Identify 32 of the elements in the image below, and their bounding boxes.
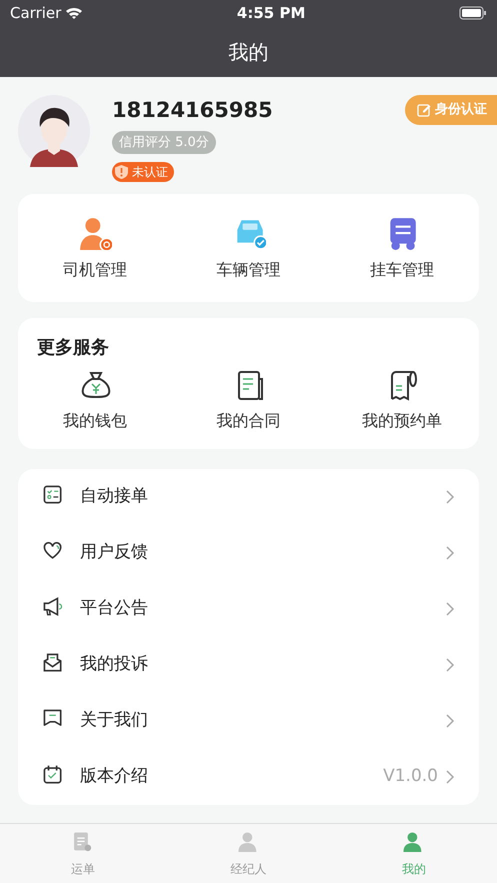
grid-label[interactable]: 车辆管理: [216, 258, 280, 282]
chevron-icon: [446, 770, 455, 784]
grid-label[interactable]: 我的合同: [216, 409, 280, 433]
chevron-icon: [446, 714, 455, 728]
menu-row[interactable]: 版本介绍 V1.0.0: [18, 749, 479, 805]
chevron-icon: [446, 658, 455, 672]
menu-row[interactable]: 平台公告: [18, 581, 479, 637]
grid-label[interactable]: 我的预约单: [362, 409, 442, 433]
person-icon: [78, 216, 112, 250]
shield-icon: [115, 165, 128, 179]
carrier-label: Carrier: [10, 2, 62, 24]
grid-label[interactable]: 挂车管理: [370, 258, 434, 282]
chevron-icon: [446, 602, 455, 616]
chevron-icon: [446, 546, 455, 560]
phone-number: 18124165985: [112, 97, 273, 124]
battery-icon: [458, 6, 487, 20]
status-time: 4:55 PM: [236, 2, 306, 24]
credit-score: 信用评分 5.0分: [112, 130, 216, 154]
page-title: 我的: [228, 38, 268, 66]
section-title: 更多服务: [36, 336, 110, 360]
menu-row[interactable]: 关于我们: [18, 693, 479, 749]
grid-label[interactable]: 我的钱包: [62, 409, 127, 433]
unverified-text: 未认证: [132, 164, 168, 181]
avatar-icon: [18, 95, 90, 167]
version-value: V1.0.0: [383, 765, 438, 788]
grid-label[interactable]: 司机管理: [62, 258, 127, 282]
menu-row[interactable]: 用户反馈: [18, 525, 479, 581]
wifi-icon: [65, 6, 84, 20]
menu-row[interactable]: 自动接单: [18, 469, 479, 525]
menu-row[interactable]: 我的投诉: [18, 637, 479, 693]
chevron-icon: [446, 490, 455, 504]
edit-icon: [417, 102, 431, 117]
